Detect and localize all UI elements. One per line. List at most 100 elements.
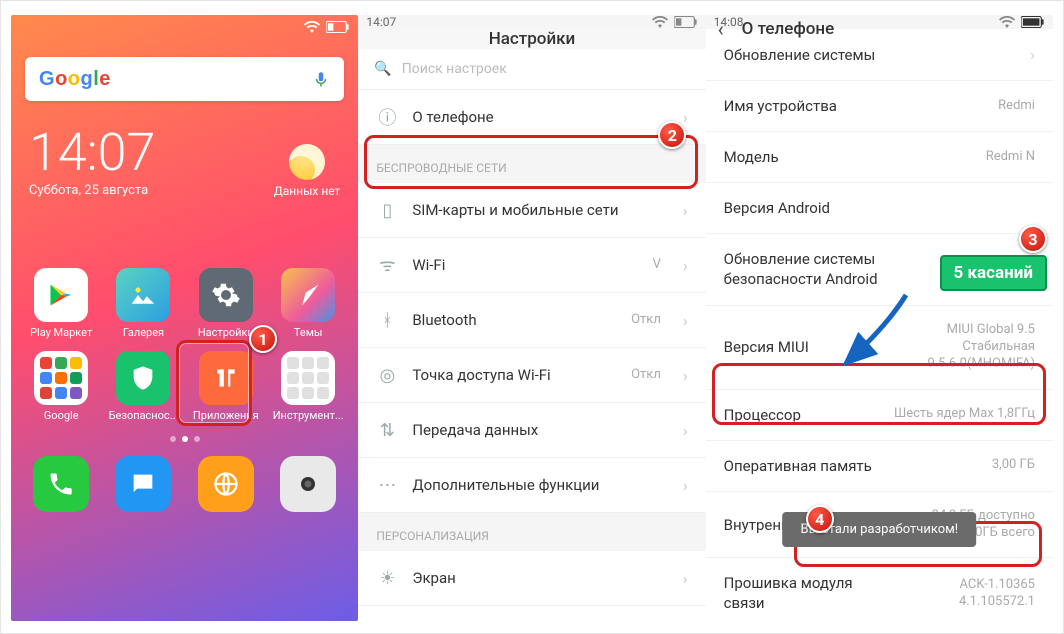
bluetooth-icon: ᚼ bbox=[376, 309, 398, 331]
data-icon: ⇅ bbox=[376, 419, 398, 441]
row-value: ACK-1.10365 4.1.105572.1 bbox=[959, 577, 1035, 611]
section-header-personal: ПЕРСОНАЛИЗАЦИЯ bbox=[358, 513, 705, 551]
app-label: Play Маркет bbox=[30, 326, 92, 339]
app-folder-tools[interactable]: Инструмент... bbox=[270, 351, 346, 422]
sim-icon: ▯ bbox=[376, 199, 398, 221]
row-more[interactable]: ⋯Дополнительные функции› bbox=[358, 458, 705, 513]
app-gallery[interactable]: Галерея bbox=[105, 268, 181, 339]
app-mi-apps[interactable]: Приложения bbox=[188, 351, 264, 422]
battery-icon bbox=[674, 16, 698, 28]
row-label: Обновление системы безопасности Android bbox=[724, 250, 956, 289]
app-label: Настройки bbox=[198, 326, 254, 339]
row-value: 3,00 ГБ bbox=[992, 457, 1035, 474]
wifi-icon bbox=[304, 21, 320, 33]
phone-home: Google 14:07 Суббота, 25 августа Данных … bbox=[11, 15, 358, 621]
mic-icon[interactable] bbox=[312, 70, 330, 88]
dock-messages[interactable] bbox=[105, 456, 181, 512]
row-label: Оперативная память bbox=[724, 457, 978, 475]
row-label: Версия Android bbox=[724, 199, 1021, 217]
info-icon: ⓘ bbox=[376, 106, 398, 128]
weather-widget[interactable]: Данных нет bbox=[274, 144, 341, 198]
themes-icon bbox=[281, 268, 335, 322]
globe-icon bbox=[198, 456, 254, 512]
clock-widget[interactable]: 14:07 Суббота, 25 августа Данных нет bbox=[11, 101, 358, 198]
row-data-usage[interactable]: ⇅Передача данных› bbox=[358, 403, 705, 458]
hotspot-icon: ◎ bbox=[376, 364, 398, 386]
row-wallpaper[interactable]: ▧Обои› bbox=[358, 606, 705, 621]
chevron-right-icon: › bbox=[683, 366, 688, 385]
row-android-version[interactable]: Версия Android bbox=[706, 183, 1053, 234]
app-play-market[interactable]: Play Маркет bbox=[23, 268, 99, 339]
clock-date: Суббота, 25 августа bbox=[29, 183, 155, 198]
row-value: MIUI Global 9.5 Стабильная 9.5.6.0(MHOMI… bbox=[927, 322, 1035, 373]
tutorial-container: Google 14:07 Суббота, 25 августа Данных … bbox=[0, 0, 1064, 634]
dock bbox=[11, 450, 358, 526]
row-label: Обновление системы bbox=[724, 46, 1009, 64]
row-value: V bbox=[653, 257, 661, 274]
dock-browser[interactable] bbox=[188, 456, 264, 512]
app-label: Галерея bbox=[123, 326, 164, 339]
google-search-bar[interactable]: Google bbox=[25, 57, 344, 101]
chevron-right-icon: › bbox=[683, 256, 688, 275]
row-value: Шесть ядер Max 1,8ГГц bbox=[894, 406, 1035, 423]
gear-icon bbox=[199, 268, 253, 322]
row-model[interactable]: МодельRedmi N bbox=[706, 132, 1053, 183]
settings-search[interactable]: 🔍 Поиск настроек bbox=[358, 49, 705, 90]
chevron-right-icon: › bbox=[683, 108, 688, 127]
row-ram[interactable]: Оперативная память 3,00 ГБ bbox=[706, 441, 1053, 492]
row-wifi[interactable]: ᯤWi-FiV› bbox=[358, 238, 705, 293]
app-folder-google[interactable]: Google bbox=[23, 351, 99, 422]
app-label: Приложения bbox=[193, 409, 259, 422]
row-label: О телефоне bbox=[412, 108, 661, 126]
row-label: Прошивка модуля связи bbox=[724, 574, 945, 613]
apps-grid: Play Маркет Галерея Настройки Темы Googl… bbox=[11, 198, 358, 422]
dock-camera[interactable] bbox=[270, 456, 346, 512]
app-label: Темы bbox=[294, 326, 323, 339]
row-label: Wi-Fi bbox=[412, 256, 638, 274]
app-security[interactable]: Безопаснос... bbox=[105, 351, 181, 422]
statusbar bbox=[11, 15, 358, 39]
row-hotspot[interactable]: ◎Точка доступа Wi-FiОткл› bbox=[358, 348, 705, 403]
chevron-right-icon: › bbox=[1030, 45, 1035, 64]
page-title: О телефоне bbox=[742, 19, 835, 39]
row-baseband[interactable]: Прошивка модуля связи ACK-1.10365 4.1.105… bbox=[706, 558, 1053, 621]
row-device-name[interactable]: Имя устройстваRedmi bbox=[706, 81, 1053, 132]
dock-phone[interactable] bbox=[23, 456, 99, 512]
callout-tip: 5 касаний bbox=[940, 255, 1047, 291]
battery-icon bbox=[1021, 16, 1045, 28]
mi-apps-icon bbox=[199, 351, 253, 405]
page-indicator[interactable] bbox=[11, 436, 358, 442]
row-display[interactable]: ☀ Экран › bbox=[358, 551, 705, 606]
page-title: Настройки bbox=[489, 29, 576, 49]
display-icon: ☀ bbox=[376, 567, 398, 589]
row-sim[interactable]: ▯ SIM-карты и мобильные сети › bbox=[358, 183, 705, 238]
row-label: Экран bbox=[412, 569, 661, 587]
play-store-icon bbox=[34, 268, 88, 322]
wifi-icon bbox=[652, 16, 668, 28]
folder-icon bbox=[281, 351, 335, 405]
chevron-right-icon: › bbox=[683, 421, 688, 440]
battery-icon bbox=[326, 21, 350, 33]
row-label: Модель bbox=[724, 148, 972, 166]
row-label: SIM-карты и мобильные сети bbox=[412, 201, 661, 219]
chevron-right-icon: › bbox=[683, 201, 688, 220]
search-icon: 🔍 bbox=[374, 61, 391, 77]
callout-badge-4: 4 bbox=[806, 505, 834, 533]
arrow-icon bbox=[826, 287, 916, 377]
camera-icon bbox=[280, 456, 336, 512]
status-time: 14:07 bbox=[366, 15, 396, 29]
phone-about: 14:08 ‹ О телефоне Обновление системы› И… bbox=[706, 15, 1053, 621]
row-about-phone[interactable]: ⓘ О телефоне › bbox=[358, 90, 705, 145]
chevron-right-icon: › bbox=[683, 569, 688, 588]
wifi-icon bbox=[999, 16, 1015, 28]
app-themes[interactable]: Темы bbox=[270, 268, 346, 339]
clock-time: 14:07 bbox=[29, 127, 155, 179]
row-label: Точка доступа Wi-Fi bbox=[412, 366, 617, 384]
back-icon[interactable]: ‹ bbox=[718, 17, 724, 41]
chevron-right-icon: › bbox=[683, 311, 688, 330]
phone-icon bbox=[33, 456, 89, 512]
row-cpu[interactable]: ПроцессорШесть ядер Max 1,8ГГц bbox=[706, 390, 1053, 441]
message-icon bbox=[115, 456, 171, 512]
row-bluetooth[interactable]: ᚼBluetoothОткл› bbox=[358, 293, 705, 348]
google-logo: Google bbox=[39, 68, 111, 91]
